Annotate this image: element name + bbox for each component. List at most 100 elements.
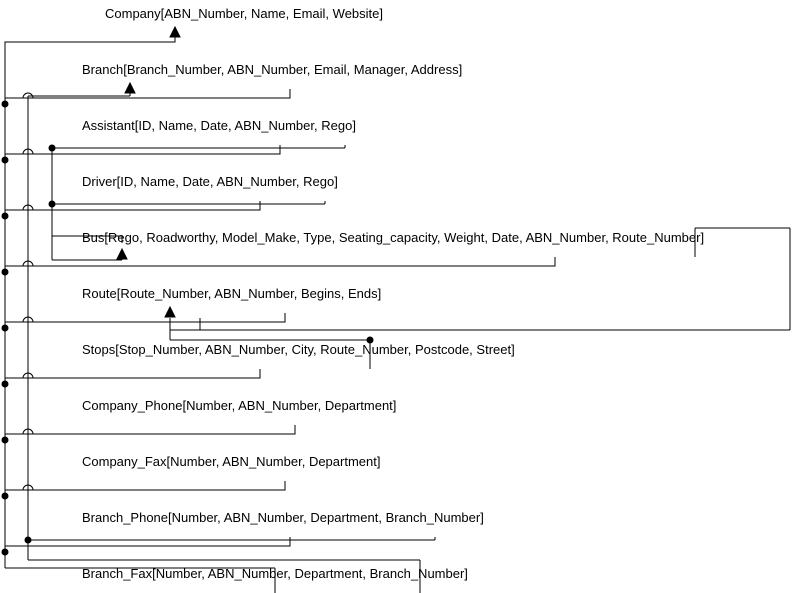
entity-name: Stops (82, 342, 115, 357)
attr-branch_fax-branch_number: Branch_Number (370, 566, 465, 581)
diagram-canvas: Company[ABN_Number, Name, Email, Website… (0, 0, 805, 593)
bracket-close: ] (377, 454, 381, 469)
attr-assistant-id: ID (138, 118, 151, 133)
attr-driver-date: Date (182, 174, 209, 189)
entity-name: Bus (82, 230, 104, 245)
attr-assistant-abn_number: ABN_Number (235, 118, 314, 133)
comma: , (302, 454, 309, 469)
attr-bus-seating_capacity: Seating_capacity (339, 230, 437, 245)
attr-bus-date: Date (492, 230, 519, 245)
comma: , (307, 62, 314, 77)
comma: , (215, 230, 222, 245)
attr-bus-weight: Weight (444, 230, 484, 245)
attr-route-route_number: Route_Number (120, 286, 207, 301)
comma: , (151, 118, 158, 133)
attr-company-website: Website (333, 6, 380, 21)
attr-stops-street: Street (476, 342, 511, 357)
bracket-close: ] (352, 118, 356, 133)
comma: , (193, 118, 200, 133)
comma: , (294, 286, 301, 301)
attr-branch-address: Address (411, 62, 459, 77)
attr-driver-name: Name (141, 174, 176, 189)
attr-branch-email: Email (314, 62, 347, 77)
attr-company-abn_number: ABN_Number (164, 6, 243, 21)
comma: , (362, 566, 369, 581)
attr-bus-model_make: Model_Make (222, 230, 296, 245)
attr-stops-city: City (292, 342, 313, 357)
entity-bus: Bus[Rego, Roadworthy, Model_Make, Type, … (82, 230, 704, 245)
attr-bus-type: Type (303, 230, 331, 245)
entity-name: Branch_Fax (82, 566, 152, 581)
attr-company-email: Email (293, 6, 326, 21)
attr-assistant-name: Name (159, 118, 194, 133)
attr-branch-abn_number: ABN_Number (227, 62, 306, 77)
attr-branch_phone-abn_number: ABN_Number (224, 510, 303, 525)
attr-route-abn_number: ABN_Number (214, 286, 293, 301)
attr-assistant-rego: Rego (321, 118, 352, 133)
entity-route: Route[Route_Number, ABN_Number, Begins, … (82, 286, 381, 301)
bracket-close: ] (511, 342, 515, 357)
attr-branch_phone-number: Number (172, 510, 218, 525)
entity-name: Branch (82, 62, 123, 77)
attr-company_fax-abn_number: ABN_Number (222, 454, 301, 469)
comma: , (286, 6, 293, 21)
entity-name: Driver (82, 174, 117, 189)
bracket-close: ] (464, 566, 468, 581)
attr-company_phone-number: Number (186, 398, 232, 413)
entity-branch: Branch[Branch_Number, ABN_Number, Email,… (82, 62, 462, 77)
attr-driver-rego: Rego (303, 174, 334, 189)
comma: , (408, 342, 415, 357)
attr-branch_fax-number: Number (156, 566, 202, 581)
attr-branch_phone-department: Department (310, 510, 378, 525)
comma: , (347, 62, 354, 77)
attr-company_fax-department: Department (309, 454, 377, 469)
entity-driver: Driver[ID, Name, Date, ABN_Number, Rego] (82, 174, 338, 189)
entity-company: Company[ABN_Number, Name, Email, Website… (105, 6, 383, 21)
bracket-close: ] (393, 398, 397, 413)
attr-branch_phone-branch_number: Branch_Number (386, 510, 481, 525)
attr-route-ends: Ends (348, 286, 378, 301)
entity-stops: Stops[Stop_Number, ABN_Number, City, Rou… (82, 342, 515, 357)
comma: , (318, 398, 325, 413)
attr-branch-manager: Manager (354, 62, 405, 77)
attr-driver-id: ID (120, 174, 133, 189)
entity-name: Route (82, 286, 117, 301)
comma: , (133, 174, 140, 189)
bracket-close: ] (378, 286, 382, 301)
entity-name: Branch_Phone (82, 510, 168, 525)
attr-company-name: Name (251, 6, 286, 21)
attr-stops-abn_number: ABN_Number (205, 342, 284, 357)
bracket-close: ] (700, 230, 704, 245)
bracket-close: ] (480, 510, 484, 525)
attr-stops-stop_number: Stop_Number (119, 342, 199, 357)
attr-assistant-date: Date (201, 118, 228, 133)
attr-bus-abn_number: ABN_Number (526, 230, 605, 245)
entity-company_phone: Company_Phone[Number, ABN_Number, Depart… (82, 398, 396, 413)
comma: , (484, 230, 491, 245)
attr-bus-rego: Rego (108, 230, 139, 245)
attr-branch_fax-abn_number: ABN_Number (208, 566, 287, 581)
bracket-close: ] (459, 62, 463, 77)
attr-stops-postcode: Postcode (415, 342, 469, 357)
entity-branch_fax: Branch_Fax[Number, ABN_Number, Departmen… (82, 566, 468, 581)
comma: , (332, 230, 339, 245)
comma: , (244, 6, 251, 21)
attr-company_fax-number: Number (170, 454, 216, 469)
comma: , (284, 342, 291, 357)
attr-driver-abn_number: ABN_Number (216, 174, 295, 189)
bracket-close: ] (379, 6, 383, 21)
comma: , (378, 510, 385, 525)
attr-branch_fax-department: Department (294, 566, 362, 581)
attr-company_phone-abn_number: ABN_Number (238, 398, 317, 413)
attr-branch-branch_number: Branch_Number (127, 62, 221, 77)
entity-assistant: Assistant[ID, Name, Date, ABN_Number, Re… (82, 118, 356, 133)
entity-name: Company_Phone (82, 398, 182, 413)
attr-bus-roadworthy: Roadworthy (146, 230, 214, 245)
entity-name: Assistant (82, 118, 135, 133)
bracket-close: ] (334, 174, 338, 189)
comma: , (325, 6, 332, 21)
entity-branch_phone: Branch_Phone[Number, ABN_Number, Departm… (82, 510, 484, 525)
comma: , (341, 286, 348, 301)
entity-name: Company_Fax (82, 454, 167, 469)
entity-name: Company (105, 6, 161, 21)
